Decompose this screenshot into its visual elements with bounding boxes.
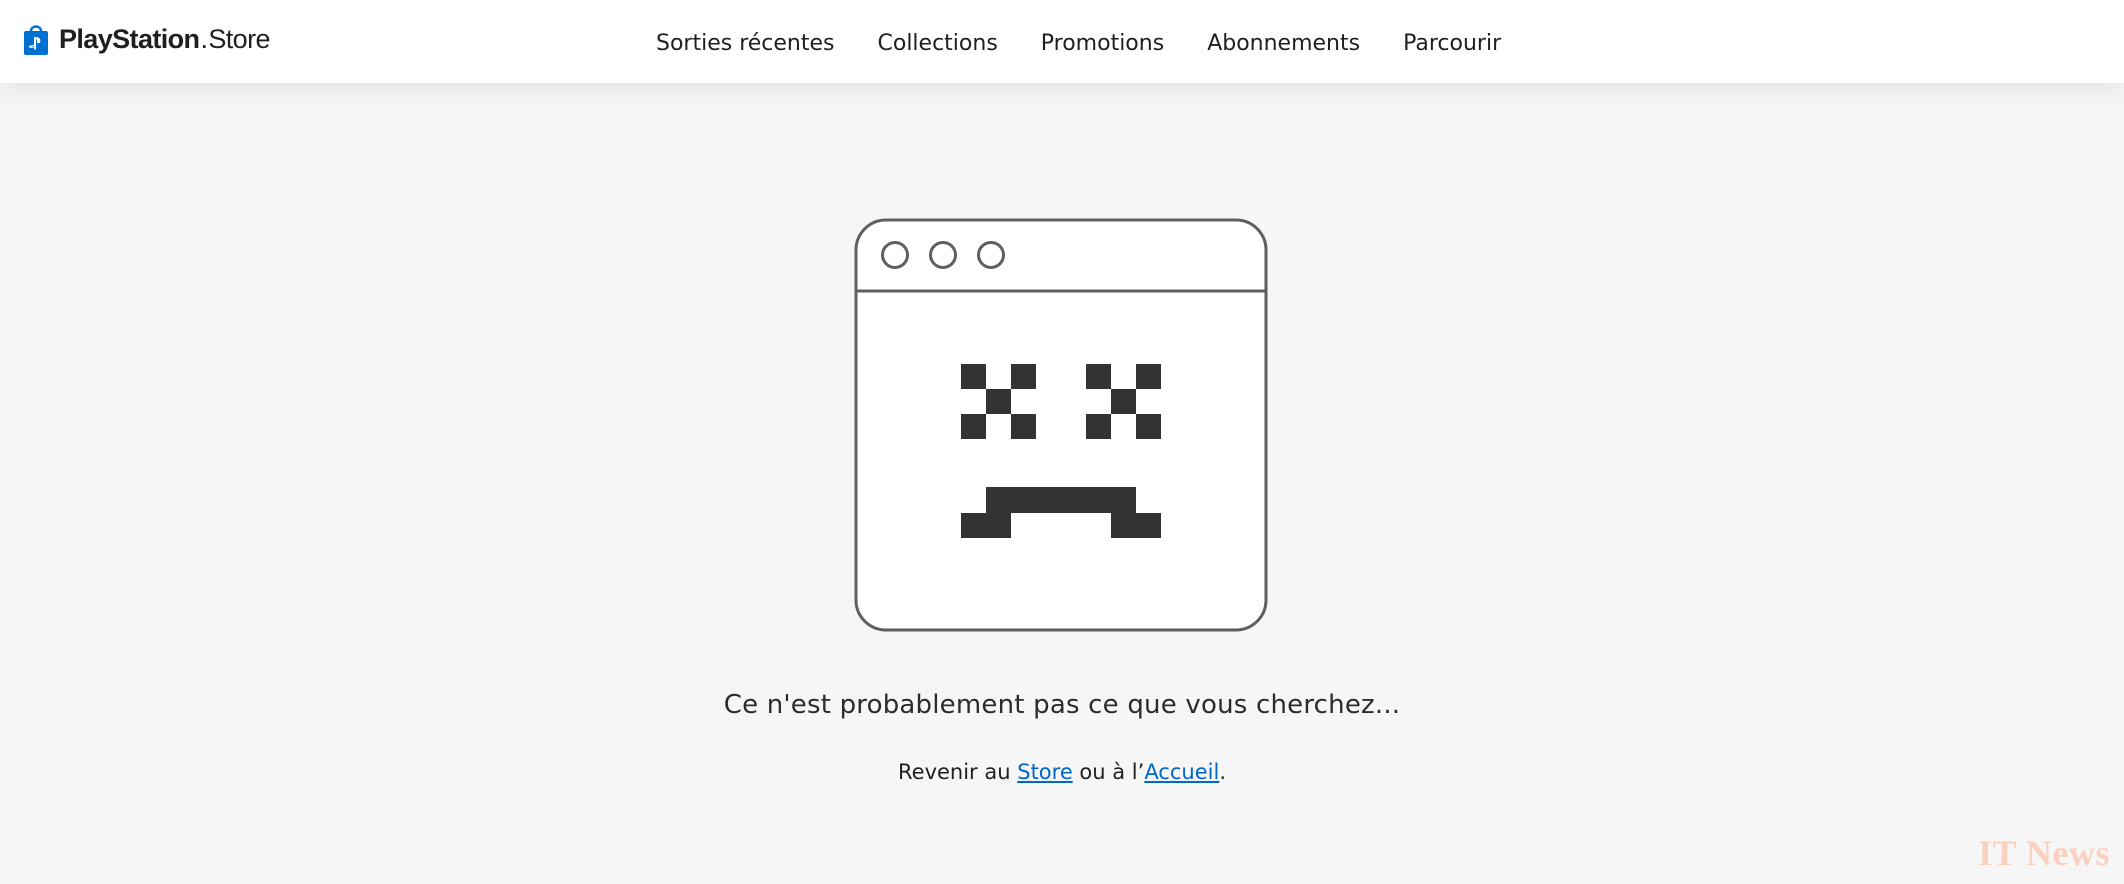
logo-separator: . (200, 23, 208, 54)
nav-item-abonnements[interactable]: Abonnements (1207, 28, 1360, 56)
home-link[interactable]: Accueil (1144, 760, 1219, 784)
links-suffix-text: . (1219, 760, 1226, 784)
nav-item-collections[interactable]: Collections (878, 28, 998, 56)
playstation-store-bag-icon (24, 25, 48, 55)
error-message: Ce n'est probablement pas ce que vous ch… (723, 690, 1401, 720)
navigation-links-text: Revenir au Store ou à l’Accueil. (0, 760, 2124, 784)
main-navigation: Sorties récentes Collections Promotions … (656, 0, 1501, 83)
links-middle-text: ou à l’ (1072, 760, 1145, 784)
logo-wordmark: PlayStation.Store (59, 24, 270, 55)
store-link[interactable]: Store (1017, 760, 1073, 784)
error-page-content: Ce n'est probablement pas ce que vous ch… (0, 83, 2124, 884)
logo-product-text: Store (208, 23, 270, 54)
site-header: PlayStation.Store Sorties récentes Colle… (0, 0, 2124, 83)
sad-browser-window-icon (854, 218, 1268, 632)
links-prefix-text: Revenir au (898, 760, 1018, 784)
logo-brand-text: PlayStation (59, 23, 200, 54)
nav-item-promotions[interactable]: Promotions (1041, 28, 1164, 56)
nav-item-sorties-recentes[interactable]: Sorties récentes (656, 28, 835, 56)
playstation-store-logo[interactable]: PlayStation.Store (23, 22, 270, 56)
watermark-logo: IT News (1978, 833, 2110, 873)
nav-item-parcourir[interactable]: Parcourir (1403, 28, 1501, 56)
